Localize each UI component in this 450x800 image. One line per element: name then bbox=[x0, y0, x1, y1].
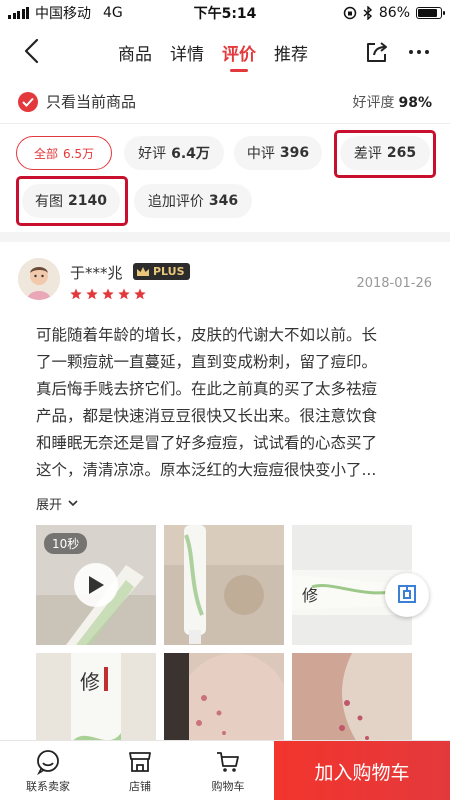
add-to-cart-button[interactable]: 加入购物车 bbox=[274, 741, 450, 800]
chip-count: 346 bbox=[208, 193, 239, 209]
svg-text:修: 修 bbox=[80, 670, 100, 694]
chip-label: 追加评价 bbox=[147, 194, 204, 210]
play-icon[interactable] bbox=[74, 563, 118, 607]
expand-button[interactable]: 展开 bbox=[36, 494, 78, 513]
svg-text:修: 修 bbox=[302, 586, 318, 605]
chip-label: 中评 bbox=[246, 146, 275, 162]
back-arrow-icon[interactable] bbox=[18, 36, 48, 66]
shop-icon bbox=[129, 751, 151, 772]
review-text: 可能随着年龄的增长，皮肤的代谢大不如以前。长 了一颗痘就一直蔓延，直到变成粉刺，留… bbox=[36, 322, 420, 484]
review-photo[interactable] bbox=[164, 525, 284, 645]
review-header: 于***兆 PLUS 2018-01-26 bbox=[18, 258, 432, 308]
bottom-action-bar: 联系卖家 店铺 购物车 加入购物车 bbox=[0, 740, 450, 800]
review-date: 2018-01-26 bbox=[356, 276, 432, 291]
chat-icon bbox=[37, 749, 59, 775]
review-text-line: 可能随着年龄的增长，皮肤的代谢大不如以前。长 bbox=[36, 326, 378, 344]
share-icon[interactable] bbox=[363, 38, 391, 66]
video-duration: 10秒 bbox=[44, 533, 88, 554]
chip-label: 差评 bbox=[353, 146, 382, 162]
shop-label: 店铺 bbox=[129, 779, 151, 793]
top-nav: 商品 详情 评价 推荐 bbox=[0, 26, 450, 78]
chip-label: 好评 bbox=[138, 146, 167, 162]
floating-qa-button[interactable] bbox=[385, 573, 429, 617]
check-icon[interactable] bbox=[18, 91, 38, 112]
cart-icon bbox=[217, 751, 239, 772]
chip-label: 有图 bbox=[35, 194, 64, 210]
contact-label: 联系卖家 bbox=[26, 779, 70, 793]
status-bar: 中国移动 4G 下午5:14 86% bbox=[0, 0, 450, 26]
chip-all[interactable]: 全部 6.5万 bbox=[16, 136, 112, 170]
tab-product[interactable]: 商品 bbox=[118, 26, 152, 78]
chip-neutral[interactable]: 中评 396 bbox=[234, 136, 322, 170]
star-icon bbox=[86, 288, 98, 300]
crown-icon bbox=[137, 267, 149, 276]
status-time: 下午5:14 bbox=[193, 6, 257, 22]
carrier-label: 中国移动 bbox=[35, 6, 91, 22]
rating-summary: 好评度 98% bbox=[352, 92, 432, 112]
tab-details[interactable]: 详情 bbox=[170, 26, 204, 78]
network-label: 4G bbox=[103, 5, 123, 21]
cart-button[interactable]: 购物车 bbox=[184, 741, 272, 800]
rating-label: 好评度 bbox=[352, 94, 395, 111]
cart-label: 购物车 bbox=[211, 779, 245, 793]
plus-badge: PLUS bbox=[133, 263, 190, 280]
nav-tabs: 商品 详情 评价 推荐 bbox=[118, 26, 308, 78]
review-text-line: 产品，都是快速消豆豆很快又长出来。很注意饮食 bbox=[36, 407, 378, 425]
chip-with-photos[interactable]: 有图 2140 bbox=[22, 184, 120, 218]
more-icon[interactable] bbox=[404, 38, 434, 66]
chip-positive[interactable]: 好评 6.4万 bbox=[124, 136, 224, 170]
star-icon bbox=[118, 288, 130, 300]
orientation-lock-icon bbox=[343, 6, 357, 20]
star-icon bbox=[134, 288, 146, 300]
chip-label: 全部 bbox=[33, 146, 58, 161]
rating-value: 98% bbox=[398, 94, 432, 111]
only-current-label[interactable]: 只看当前商品 bbox=[46, 91, 136, 112]
battery-icon bbox=[416, 7, 445, 19]
tab-recommend[interactable]: 推荐 bbox=[274, 26, 308, 78]
chip-follow-up[interactable]: 追加评价 346 bbox=[134, 184, 252, 218]
avatar[interactable] bbox=[18, 258, 60, 300]
star-icon bbox=[70, 288, 82, 300]
shop-button[interactable]: 店铺 bbox=[96, 741, 184, 800]
filter-row: 只看当前商品 好评度 98% bbox=[0, 80, 450, 124]
chip-count: 6.5万 bbox=[62, 146, 95, 161]
review-video-thumbnail[interactable]: 10秒 bbox=[36, 525, 156, 645]
review-text-line: 真后悔手贱去挤它们。在此之前真的买了太多祛痘 bbox=[36, 380, 378, 398]
rating-stars bbox=[70, 288, 146, 300]
review-text-line: 这个，清清凉凉。原本泛红的大痘痘很快变小了... bbox=[36, 461, 377, 479]
question-icon bbox=[398, 585, 416, 603]
chevron-down-icon bbox=[68, 500, 78, 507]
star-icon bbox=[102, 288, 114, 300]
review-text-line: 了一颗痘就一直蔓延，直到变成粉刺，留了痘印。 bbox=[36, 353, 378, 371]
chip-count: 6.4万 bbox=[171, 146, 210, 162]
bluetooth-icon bbox=[363, 6, 372, 20]
contact-seller-button[interactable]: 联系卖家 bbox=[0, 741, 96, 800]
chip-count: 396 bbox=[279, 145, 310, 161]
battery-percent: 86% bbox=[378, 5, 410, 21]
chip-negative[interactable]: 差评 265 bbox=[340, 136, 430, 170]
chip-count: 265 bbox=[386, 145, 417, 161]
plus-label: PLUS bbox=[153, 265, 185, 278]
expand-label: 展开 bbox=[36, 498, 63, 513]
reviewer-name[interactable]: 于***兆 bbox=[70, 262, 123, 283]
chip-count: 2140 bbox=[68, 193, 107, 209]
signal-icon bbox=[8, 7, 29, 19]
section-divider bbox=[0, 232, 450, 242]
review-text-line: 和睡眠无奈还是冒了好多痘痘，试试看的心态买了 bbox=[36, 434, 378, 452]
tab-reviews[interactable]: 评价 bbox=[222, 26, 256, 78]
